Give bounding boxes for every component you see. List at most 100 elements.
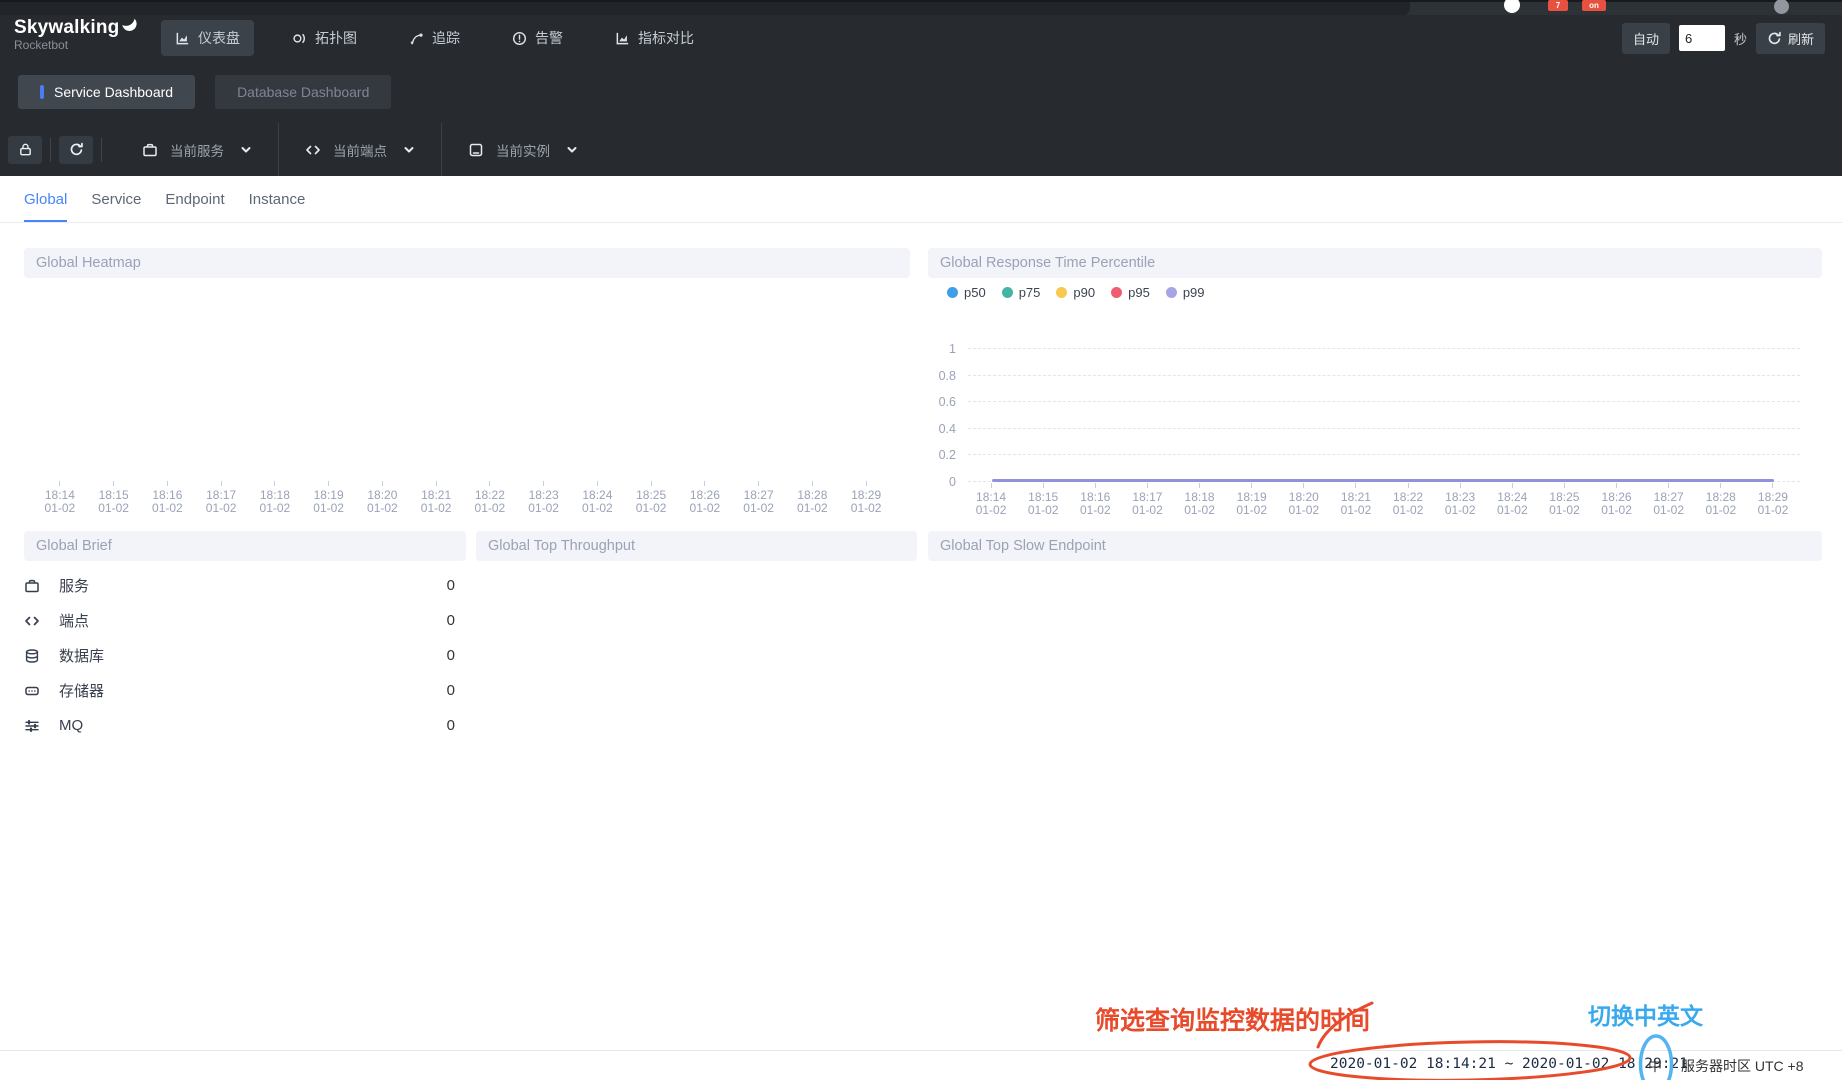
nav-item[interactable]: 指标对比 — [601, 20, 708, 56]
x-tick-label: 18:16 01-02 — [141, 481, 195, 515]
crescent-icon — [121, 16, 138, 33]
y-tick-label: 0.8 — [939, 369, 956, 383]
brief-row: 数据库 0 — [24, 638, 466, 673]
active-indicator — [40, 85, 44, 99]
dashboard-tab[interactable]: Service Dashboard — [18, 75, 195, 109]
nav-menu: 仪表盘 拓扑图 追踪 告警 指标对比 — [161, 15, 732, 61]
panel-title-percentile: Global Response Time Percentile — [928, 248, 1822, 278]
x-tick-label: 18:21 01-02 — [1330, 483, 1382, 517]
divider — [101, 138, 102, 162]
view-tab[interactable]: Endpoint — [165, 176, 224, 222]
interval-unit-label: 秒 — [1734, 29, 1747, 48]
panel-title-brief: Global Brief — [24, 531, 466, 561]
x-tick-label: 18:29 01-02 — [1747, 483, 1799, 517]
alarm-icon — [512, 31, 527, 46]
nav-item[interactable]: 追踪 — [395, 20, 474, 56]
nav-item-label: 告警 — [535, 28, 563, 48]
legend-item[interactable]: p50 — [947, 285, 986, 300]
x-tick-label: 18:25 01-02 — [624, 481, 678, 515]
brief-row: MQ 0 — [24, 708, 466, 743]
dashboard-tab-label: Service Dashboard — [54, 84, 173, 100]
cache-icon — [24, 683, 44, 699]
browser-strip: 7 on — [0, 0, 1842, 15]
x-tick-label: 18:19 01-02 — [302, 481, 356, 515]
x-tick-label: 18:16 01-02 — [1069, 483, 1121, 517]
language-toggle-button[interactable]: 中 — [1648, 1056, 1662, 1076]
nav-item-label: 追踪 — [432, 28, 460, 48]
global-brief-list: 服务 0 端点 0 数据库 0 存储器 0 MQ 0 — [24, 568, 466, 743]
brief-label: 端点 — [59, 610, 89, 631]
view-tab-label: Global — [24, 191, 67, 208]
database-icon — [24, 648, 44, 664]
y-tick-label: 0.2 — [939, 448, 956, 462]
refresh-interval-input[interactable] — [1679, 25, 1725, 51]
brief-label: 服务 — [59, 575, 89, 596]
x-tick-label: 18:22 01-02 — [1382, 483, 1434, 517]
legend-dot — [947, 287, 958, 298]
view-tab[interactable]: Instance — [249, 176, 306, 222]
refresh-button[interactable]: 刷新 — [1756, 23, 1825, 54]
avatar — [1504, 0, 1520, 13]
chevron-down-icon — [403, 144, 415, 156]
nav-item-label: 指标对比 — [638, 28, 694, 48]
trace-icon — [409, 31, 424, 46]
x-tick-label: 18:17 01-02 — [194, 481, 248, 515]
selector-label: 当前端点 — [333, 140, 387, 160]
chevron-down-icon — [240, 144, 252, 156]
lock-icon — [18, 142, 33, 157]
x-tick-label: 18:27 01-02 — [1643, 483, 1695, 517]
chevron-down-icon — [566, 144, 578, 156]
view-tab[interactable]: Global — [24, 176, 67, 222]
percentile-chart-x-axis: 18:14 01-02 18:15 01-02 18:16 01-02 18:1… — [965, 483, 1799, 517]
nav-item[interactable]: 告警 — [498, 20, 577, 56]
view-tab-label: Service — [91, 191, 141, 208]
context-selector[interactable]: 当前服务 — [116, 123, 278, 176]
brief-value: 0 — [447, 612, 455, 629]
app-logo: Skywalking Rocketbot — [14, 17, 138, 52]
nav-item[interactable]: 仪表盘 — [161, 20, 254, 56]
brief-value: 0 — [447, 682, 455, 699]
legend-dot — [1111, 287, 1122, 298]
brief-value: 0 — [447, 647, 455, 664]
brief-row: 端点 0 — [24, 603, 466, 638]
x-tick-label: 18:26 01-02 — [1591, 483, 1643, 517]
brief-row: 服务 0 — [24, 568, 466, 603]
legend-dot — [1002, 287, 1013, 298]
legend-item[interactable]: p95 — [1111, 285, 1150, 300]
x-tick-label: 18:23 01-02 — [517, 481, 571, 515]
legend-item[interactable]: p75 — [1002, 285, 1041, 300]
refresh-icon — [69, 142, 84, 157]
x-tick-label: 18:14 01-02 — [33, 481, 87, 515]
brief-value: 0 — [447, 717, 455, 734]
view-tabs: Global Service Endpoint Instance — [0, 176, 1842, 223]
x-tick-label: 18:27 01-02 — [732, 481, 786, 515]
divider — [50, 138, 51, 162]
legend-label: p95 — [1128, 285, 1150, 300]
dashboard-tab[interactable]: Database Dashboard — [215, 75, 391, 109]
x-tick-label: 18:28 01-02 — [786, 481, 840, 515]
brief-label: 数据库 — [59, 645, 104, 666]
panel-title-heatmap: Global Heatmap — [24, 248, 910, 278]
x-tick-label: 18:20 01-02 — [356, 481, 410, 515]
dashboard-icon — [175, 31, 190, 46]
logo-subtitle: Rocketbot — [14, 38, 138, 52]
x-tick-label: 18:24 01-02 — [1486, 483, 1538, 517]
x-tick-label: 18:29 01-02 — [839, 481, 893, 515]
auto-refresh-button[interactable]: 自动 — [1622, 23, 1670, 54]
lock-button[interactable] — [8, 136, 42, 164]
instance-icon — [468, 142, 484, 158]
view-tab-label: Endpoint — [165, 191, 224, 208]
context-selector[interactable]: 当前实例 — [441, 123, 604, 176]
view-tab[interactable]: Service — [91, 176, 141, 222]
x-tick-label: 18:14 01-02 — [965, 483, 1017, 517]
reload-templates-button[interactable] — [59, 136, 93, 164]
time-range-picker[interactable]: 2020-01-02 18:14:21 ~ 2020-01-02 18:29:2… — [1330, 1056, 1688, 1072]
x-tick-label: 18:22 01-02 — [463, 481, 517, 515]
nav-item[interactable]: 拓扑图 — [278, 20, 371, 56]
legend-label: p75 — [1019, 285, 1041, 300]
heatmap-chart-x-axis: 18:14 01-02 18:15 01-02 18:16 01-02 18:1… — [33, 481, 893, 515]
refresh-icon — [1767, 31, 1782, 46]
legend-item[interactable]: p90 — [1056, 285, 1095, 300]
context-selector[interactable]: 当前端点 — [278, 123, 441, 176]
legend-item[interactable]: p99 — [1166, 285, 1205, 300]
